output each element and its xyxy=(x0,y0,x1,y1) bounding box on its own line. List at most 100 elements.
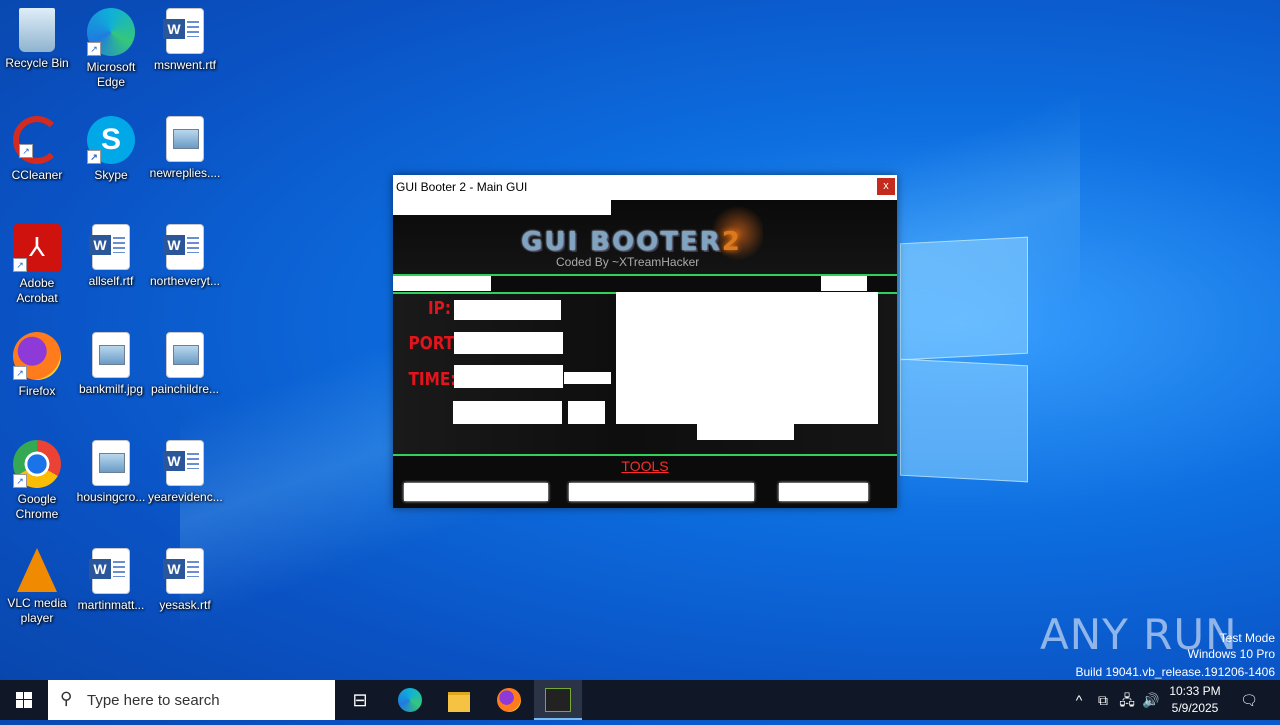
firefox-icon xyxy=(497,688,521,712)
windows-start-icon xyxy=(16,692,32,708)
taskbar-file-explorer[interactable] xyxy=(435,680,483,720)
green-divider xyxy=(393,454,897,456)
clock-date: 5/9/2025 xyxy=(1171,701,1219,715)
word-document-icon: W xyxy=(163,8,204,54)
word-document-icon: W xyxy=(163,224,204,270)
desktop-icon-label: bankmilf.jpg xyxy=(78,382,144,396)
clock-time: 10:33 PM xyxy=(1169,684,1221,698)
skype-icon: S ↗ xyxy=(87,116,135,164)
desktop-icon-label: CCleaner xyxy=(11,168,63,182)
tools-link[interactable]: TOOLS xyxy=(393,458,897,474)
desktop-icon-yesask[interactable]: W yesask.rtf xyxy=(148,542,222,613)
taskbar-firefox[interactable] xyxy=(485,680,533,720)
taskbar-clock[interactable]: 10:33 PM 5/9/2025 xyxy=(1160,683,1230,717)
image-file-icon xyxy=(92,440,130,486)
coded-by-text: Coded By ~XTreamHacker xyxy=(556,255,700,269)
window-title: GUI Booter 2 - Main GUI xyxy=(396,180,528,194)
method-select[interactable] xyxy=(453,401,562,424)
time-label: TIME: xyxy=(408,369,457,390)
search-placeholder: Type here to search xyxy=(87,692,220,709)
status-box-right xyxy=(821,276,867,291)
attack-button[interactable] xyxy=(568,401,605,424)
desktop-icon-acrobat[interactable]: ⅄ ↗ Adobe Acrobat xyxy=(0,218,74,306)
desktop-icon-martinmatt[interactable]: W martinmatt... xyxy=(74,542,148,613)
notifications-button[interactable]: 🗨 xyxy=(1234,680,1264,720)
desktop-icon-label: yesask.rtf xyxy=(159,598,211,612)
recycle-bin-icon xyxy=(19,8,55,52)
volume-button[interactable]: 🔊 xyxy=(1140,680,1162,720)
port-input[interactable] xyxy=(454,332,563,354)
desktop-icon-label: VLC media player xyxy=(7,596,67,625)
tool-button-1[interactable] xyxy=(404,483,548,501)
task-view-icon: ⊟ xyxy=(352,690,368,710)
taskbar-gui-booter[interactable] xyxy=(534,680,582,720)
desktop-icon-label: msnwent.rtf xyxy=(153,58,216,72)
desktop-icon-allself[interactable]: W allself.rtf xyxy=(74,218,148,289)
desktop-icon-label: allself.rtf xyxy=(88,274,134,288)
desktop-icon-northeveryt[interactable]: W northeveryt... xyxy=(148,218,222,289)
close-button[interactable]: x xyxy=(877,178,895,195)
ccleaner-icon: ↗ xyxy=(13,116,61,164)
word-document-icon: W xyxy=(89,224,130,270)
desktop-icon-housingcro[interactable]: housingcro... xyxy=(74,434,148,505)
windows-logo-wallpaper xyxy=(900,236,1030,483)
desktop-icon-newreplies[interactable]: newreplies.... xyxy=(148,110,222,181)
desktop-icon-label: newreplies.... xyxy=(149,166,221,180)
stop-button[interactable] xyxy=(697,424,794,440)
gui-booter-app-icon xyxy=(545,688,571,712)
time-input[interactable] xyxy=(454,365,563,388)
time-unit-box[interactable] xyxy=(564,372,611,384)
image-file-icon xyxy=(166,116,204,162)
desktop-icon-edge[interactable]: ↗ Microsoft Edge xyxy=(74,2,148,90)
desktop-icon-yearevidenc[interactable]: W yearevidenc... xyxy=(148,434,223,505)
taskbar: ⚲ Type here to search ⊟ ^ ⧉ 🖧 🔊 10:33 PM… xyxy=(0,680,1280,720)
network-button[interactable]: 🖧 xyxy=(1116,680,1138,720)
desktop-icon-painchildre[interactable]: painchildre... xyxy=(148,326,222,397)
desktop-icon-label: Recycle Bin xyxy=(5,56,69,70)
desktop-icon-label: painchildre... xyxy=(150,382,220,396)
output-log-box[interactable] xyxy=(616,292,878,424)
tool-button-3[interactable] xyxy=(779,483,868,501)
tool-button-2[interactable] xyxy=(569,483,754,501)
desktop-icon-firefox[interactable]: ↗ Firefox xyxy=(0,326,74,399)
desktop-icon-label: martinmatt... xyxy=(77,598,145,612)
desktop-icon-vlc[interactable]: VLC media player xyxy=(0,542,74,626)
word-document-icon: W xyxy=(89,548,130,594)
speaker-icon: 🔊 xyxy=(1142,692,1160,708)
desktop-icon-label: Microsoft Edge xyxy=(86,60,136,89)
desktop-icon-label: yearevidenc... xyxy=(148,490,223,504)
notification-icon: 🗨 xyxy=(1240,692,1258,708)
app-tray-icon: ⧉ xyxy=(1098,692,1108,708)
start-button[interactable] xyxy=(0,680,48,720)
acrobat-icon: ⅄ ↗ xyxy=(13,224,61,272)
desktop-icon-label: Firefox xyxy=(18,384,56,398)
tray-app-icon[interactable]: ⧉ xyxy=(1093,680,1113,720)
folder-icon xyxy=(448,692,470,712)
desktop-icon-label: Skype xyxy=(94,168,128,182)
ip-label: IP: xyxy=(427,298,451,319)
desktop-icon-msnwent[interactable]: W msnwent.rtf xyxy=(148,2,222,73)
desktop-icon-label: Adobe Acrobat xyxy=(16,276,58,305)
desktop-icon-recycle-bin[interactable]: Recycle Bin xyxy=(0,2,74,71)
chevron-up-icon: ^ xyxy=(1075,692,1083,708)
image-file-icon xyxy=(166,332,204,378)
taskbar-edge[interactable] xyxy=(386,680,434,720)
ip-input[interactable] xyxy=(454,300,561,320)
search-icon: ⚲ xyxy=(60,689,73,708)
show-hidden-icons-button[interactable]: ^ xyxy=(1068,680,1090,720)
edition-text: Windows 10 Pro xyxy=(1187,647,1275,661)
desktop-icon-skype[interactable]: S ↗ Skype xyxy=(74,110,148,183)
desktop-icon-label: housingcro... xyxy=(76,490,146,504)
task-view-button[interactable]: ⊟ xyxy=(336,680,384,720)
desktop-icon-chrome[interactable]: ↗ Google Chrome xyxy=(0,434,74,522)
word-document-icon: W xyxy=(163,548,204,594)
network-icon: 🖧 xyxy=(1119,692,1135,708)
taskbar-search-box[interactable]: ⚲ Type here to search xyxy=(48,680,335,720)
window-titlebar[interactable]: GUI Booter 2 - Main GUI x xyxy=(393,175,897,200)
desktop-icon-ccleaner[interactable]: ↗ CCleaner xyxy=(0,110,74,183)
firefox-icon: ↗ xyxy=(13,332,61,380)
desktop-icon-bankmilf[interactable]: bankmilf.jpg xyxy=(74,326,148,397)
chrome-icon: ↗ xyxy=(13,440,61,488)
port-label: PORT: xyxy=(408,333,460,354)
top-white-bar xyxy=(393,200,611,215)
